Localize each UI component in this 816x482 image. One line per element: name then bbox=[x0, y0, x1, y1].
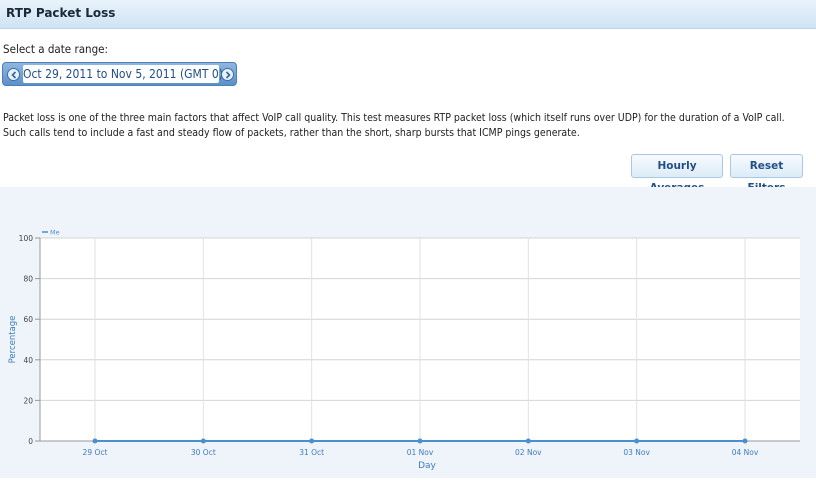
y-tick-label: 60 bbox=[23, 315, 33, 324]
panel-header: RTP Packet Loss bbox=[0, 0, 816, 29]
chevron-right-icon bbox=[225, 71, 231, 79]
date-range-label: Select a date range: bbox=[3, 42, 109, 56]
chart-panel: 0 20 40 60 80 100 29 Oct 30 Oct 31 Oct 01 Nov 02 N… bbox=[0, 187, 816, 478]
x-tick-label: 30 Oct bbox=[191, 448, 216, 457]
y-tick-label: 0 bbox=[28, 437, 33, 446]
y-axis-title: Percentage bbox=[8, 316, 18, 364]
y-tick-label: 40 bbox=[23, 356, 33, 365]
data-point bbox=[525, 438, 531, 444]
x-tick-label: 01 Nov bbox=[407, 448, 434, 457]
data-point bbox=[417, 438, 423, 444]
data-point bbox=[634, 438, 640, 444]
date-range-picker[interactable]: Oct 29, 2011 to Nov 5, 2011 (GMT 0) bbox=[2, 62, 237, 86]
legend-label: Me bbox=[50, 229, 60, 237]
date-range-value[interactable]: Oct 29, 2011 to Nov 5, 2011 (GMT 0) bbox=[23, 65, 223, 83]
y-tick-label: 100 bbox=[19, 234, 34, 243]
y-tick-label: 80 bbox=[23, 275, 33, 284]
data-point bbox=[742, 438, 748, 444]
next-range-button[interactable] bbox=[221, 68, 234, 81]
x-tick-label: 02 Nov bbox=[515, 448, 542, 457]
x-tick-label: 29 Oct bbox=[83, 448, 108, 457]
data-point bbox=[309, 438, 315, 444]
x-axis-title: Day bbox=[418, 461, 436, 471]
data-point bbox=[200, 438, 206, 444]
data-point bbox=[92, 438, 98, 444]
previous-range-button[interactable] bbox=[7, 68, 20, 81]
page-title: RTP Packet Loss bbox=[6, 6, 116, 20]
hourly-averages-button[interactable]: Hourly Averages bbox=[631, 154, 723, 194]
x-tick-label: 31 Oct bbox=[299, 448, 324, 457]
packet-loss-chart: 0 20 40 60 80 100 29 Oct 30 Oct 31 Oct 01 Nov 02 N… bbox=[8, 229, 800, 471]
chevron-left-icon bbox=[11, 71, 17, 79]
y-tick-label: 20 bbox=[23, 396, 33, 405]
x-tick-label: 04 Nov bbox=[732, 448, 759, 457]
reset-filters-button[interactable]: Reset Filters bbox=[730, 154, 803, 194]
description-text: Packet loss is one of the three main fac… bbox=[3, 112, 785, 139]
x-tick-label: 03 Nov bbox=[623, 448, 650, 457]
